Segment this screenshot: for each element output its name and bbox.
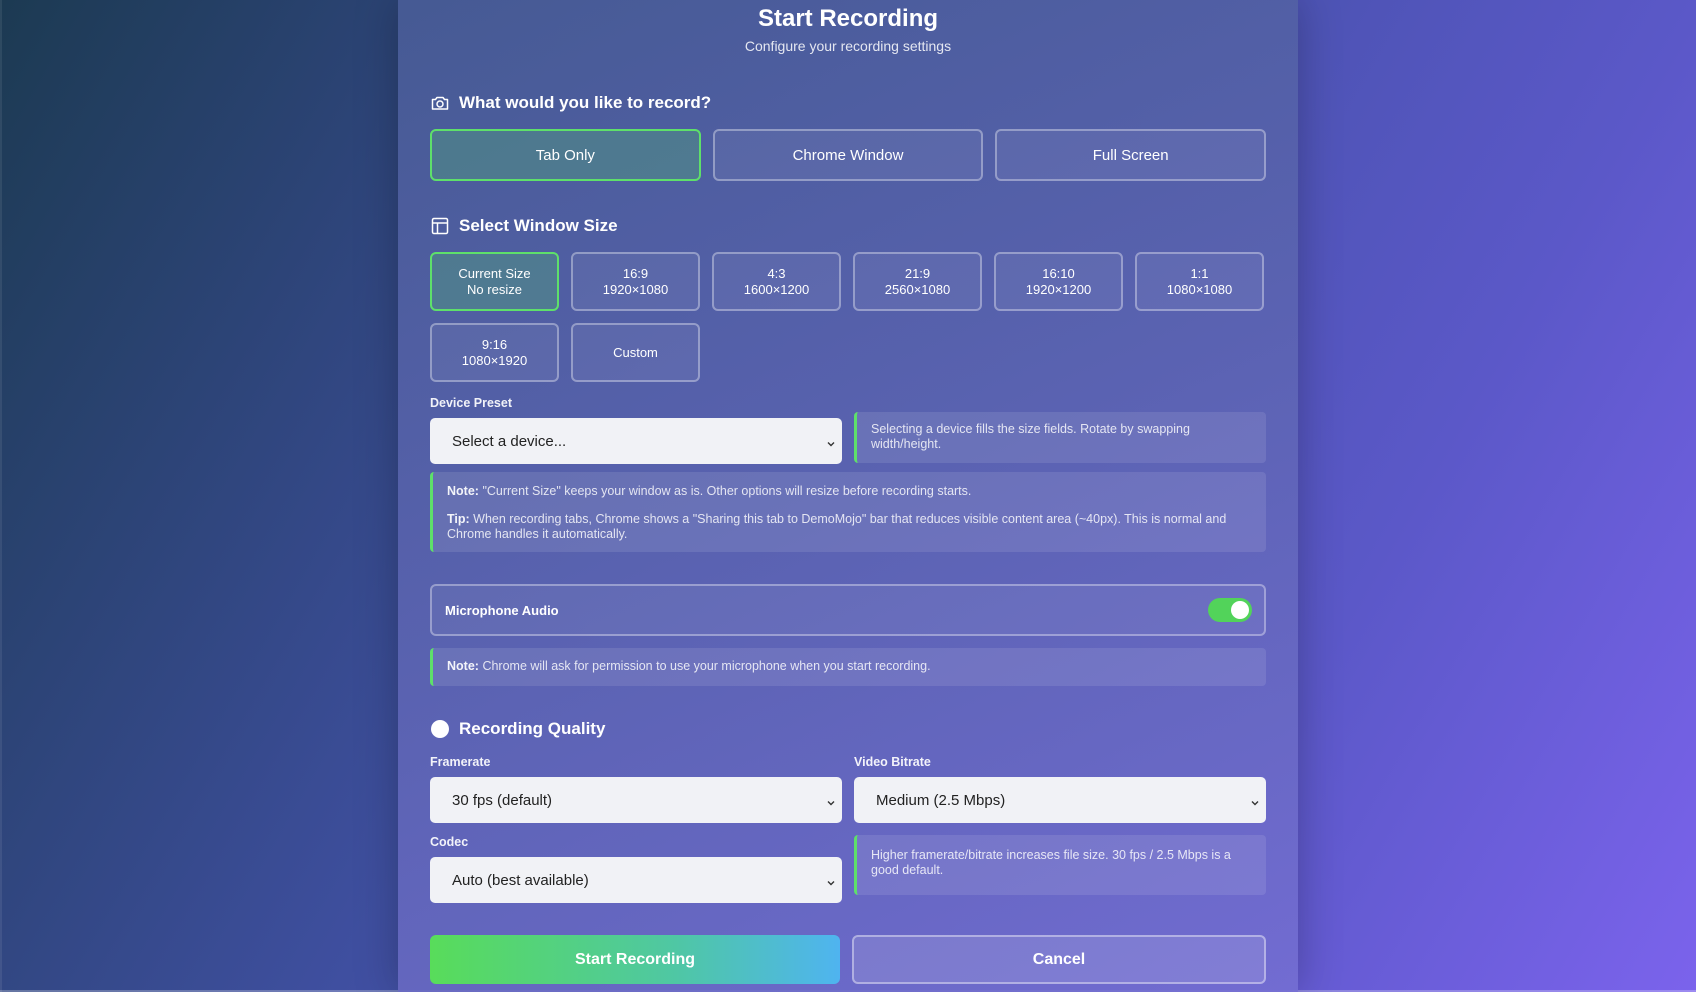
recording-settings-panel: Start Recording Configure your recording… [398, 0, 1298, 992]
mode-chrome-window-button[interactable]: Chrome Window [712, 129, 984, 181]
device-preset-label: Device Preset [430, 396, 513, 410]
size-option-dimensions: 1080×1920 [461, 352, 528, 368]
device-preset-column: Device Preset Select a device... [430, 396, 842, 464]
note-text: Chrome will ask for permission to use yo… [482, 659, 931, 673]
size-option-dimensions: 1920×1200 [1025, 281, 1092, 297]
tip-label: Tip: [447, 512, 470, 526]
note-label: Note: [447, 484, 479, 498]
chevron-down-icon [826, 795, 836, 806]
device-preset-hint-column: Selecting a device fills the size fields… [854, 396, 1266, 464]
codec-label: Codec [430, 835, 469, 849]
size-21-9-button[interactable]: 21:9 2560×1080 [853, 252, 982, 311]
microphone-row: Microphone Audio [430, 584, 1266, 636]
microphone-note-box: Note: Chrome will ask for permission to … [430, 648, 1266, 686]
chevron-down-icon [1250, 795, 1260, 806]
device-preset-hint: Selecting a device fills the size fields… [854, 412, 1266, 463]
size-current-button[interactable]: Current Size No resize [430, 252, 559, 311]
size-1-1-button[interactable]: 1:1 1080×1080 [1135, 252, 1264, 311]
microphone-label: Microphone Audio [445, 602, 559, 618]
tip-text: When recording tabs, Chrome shows a "Sha… [447, 512, 1227, 541]
codec-row: Codec Auto (best available) Higher frame… [430, 835, 1266, 903]
bitrate-value: Medium (2.5 Mbps) [876, 791, 1006, 809]
chevron-down-icon [826, 436, 836, 447]
size-option-dimensions: No resize [467, 281, 522, 297]
recording-quality-title: Recording Quality [459, 719, 606, 738]
size-option-ratio: Current Size [458, 265, 531, 281]
device-preset-value: Select a device... [452, 432, 567, 450]
bitrate-label: Video Bitrate [854, 755, 931, 769]
size-4-3-button[interactable]: 4:3 1600×1200 [712, 252, 841, 311]
size-option-ratio: 16:10 [1042, 265, 1075, 281]
mode-full-screen-button[interactable]: Full Screen [995, 129, 1267, 181]
codec-value: Auto (best available) [452, 871, 589, 889]
layout-icon [430, 216, 450, 236]
size-option-dimensions: 1920×1080 [602, 281, 669, 297]
page-title: Start Recording [757, 5, 939, 32]
framerate-select[interactable]: 30 fps (default) [430, 777, 842, 823]
size-option-ratio: Custom [613, 344, 658, 360]
size-option-dimensions: 2560×1080 [884, 281, 951, 297]
framerate-label: Framerate [430, 755, 491, 769]
cancel-button[interactable]: Cancel [852, 935, 1266, 984]
record-mode-title: What would you like to record? [459, 93, 712, 112]
size-option-ratio: 9:16 [481, 336, 508, 352]
window-size-options: Current Size No resize 16:9 1920×1080 4:… [430, 252, 1266, 382]
chevron-down-icon [826, 875, 836, 886]
size-option-ratio: 4:3 [767, 265, 786, 281]
recording-quality-heading: Recording Quality [430, 717, 1266, 741]
note-text: "Current Size" keeps your window as is. … [482, 484, 972, 498]
circle-icon [430, 719, 450, 739]
framerate-bitrate-row: Framerate 30 fps (default) Video Bitrate… [430, 755, 1266, 823]
size-option-ratio: 1:1 [1190, 265, 1209, 281]
note-label: Note: [447, 659, 479, 673]
quality-hint-column: Higher framerate/bitrate increases file … [854, 835, 1266, 903]
size-option-dimensions: 1600×1200 [743, 281, 810, 297]
camera-icon [430, 93, 450, 113]
size-custom-button[interactable]: Custom [571, 323, 700, 382]
size-9-16-button[interactable]: 9:16 1080×1920 [430, 323, 559, 382]
device-preset-select[interactable]: Select a device... [430, 418, 842, 464]
window-size-title: Select Window Size [459, 216, 618, 235]
size-note: Note: "Current Size" keeps your window a… [447, 484, 1252, 499]
action-row: Start Recording Cancel [430, 935, 1266, 984]
size-16-10-button[interactable]: 16:10 1920×1200 [994, 252, 1123, 311]
page-subtitle: Configure your recording settings [744, 38, 952, 54]
device-preset-row: Device Preset Select a device... Selecti… [430, 396, 1266, 464]
record-mode-heading: What would you like to record? [430, 91, 1266, 115]
bitrate-column: Video Bitrate Medium (2.5 Mbps) [854, 755, 1266, 823]
size-option-ratio: 21:9 [904, 265, 931, 281]
toggle-knob [1231, 601, 1249, 619]
mode-tab-only-button[interactable]: Tab Only [430, 129, 701, 181]
quality-hint: Higher framerate/bitrate increases file … [854, 835, 1266, 895]
window-size-heading: Select Window Size [430, 214, 1266, 238]
start-recording-button[interactable]: Start Recording [430, 935, 840, 984]
microphone-toggle[interactable] [1208, 598, 1252, 622]
size-tip: Tip: When recording tabs, Chrome shows a… [447, 512, 1252, 542]
size-option-ratio: 16:9 [622, 265, 649, 281]
codec-select[interactable]: Auto (best available) [430, 857, 842, 903]
codec-column: Codec Auto (best available) [430, 835, 842, 903]
framerate-column: Framerate 30 fps (default) [430, 755, 842, 823]
size-option-dimensions: 1080×1080 [1166, 281, 1233, 297]
size-note-box: Note: "Current Size" keeps your window a… [430, 472, 1266, 552]
bitrate-select[interactable]: Medium (2.5 Mbps) [854, 777, 1266, 823]
framerate-value: 30 fps (default) [452, 791, 553, 809]
record-mode-options: Tab Only Chrome Window Full Screen [430, 129, 1267, 181]
size-16-9-button[interactable]: 16:9 1920×1080 [571, 252, 700, 311]
